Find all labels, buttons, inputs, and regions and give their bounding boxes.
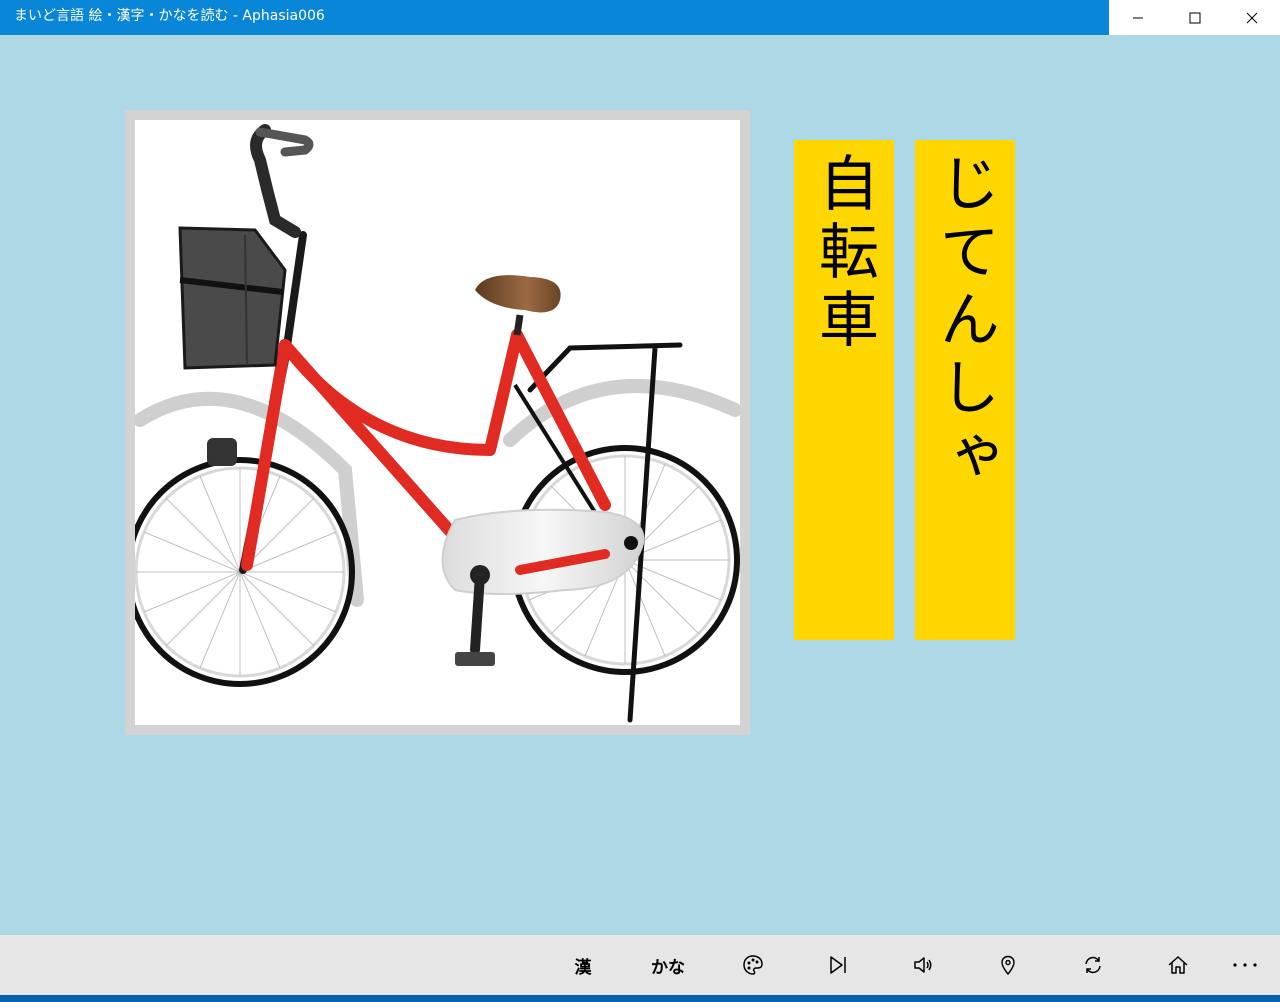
kanji-button[interactable]: 漢	[548, 945, 618, 985]
maximize-button[interactable]	[1166, 0, 1223, 35]
refresh-button[interactable]	[1058, 945, 1128, 985]
taskbar-strip	[0, 995, 1280, 1002]
minimize-button[interactable]	[1109, 0, 1166, 35]
refresh-icon	[1085, 956, 1101, 974]
more-icon	[1233, 963, 1257, 967]
kana-button[interactable]: かな	[633, 945, 703, 985]
command-bar: 漢 かな	[0, 935, 1280, 995]
palette-icon	[743, 955, 763, 975]
kanji-card[interactable]: 自転車	[794, 140, 894, 640]
home-button[interactable]	[1143, 945, 1213, 985]
kanji-text: 自転車	[808, 152, 879, 356]
color-button[interactable]	[718, 945, 788, 985]
minimize-icon	[1132, 17, 1143, 18]
title-bar-caption-area[interactable]: まいど言語 絵・漢字・かなを読む - Aphasia006	[0, 0, 1109, 35]
speaker-icon	[914, 957, 932, 973]
hint-button[interactable]	[973, 945, 1043, 985]
window-title: まいど言語 絵・漢字・かなを読む - Aphasia006	[14, 8, 325, 24]
kana-text: じてんしゃ	[929, 152, 1000, 492]
title-bar: まいど言語 絵・漢字・かなを読む - Aphasia006	[0, 0, 1280, 35]
close-button[interactable]	[1223, 0, 1280, 35]
sound-button[interactable]	[888, 945, 958, 985]
bicycle-illustration	[135, 124, 740, 723]
kanji-button-label: 漢	[574, 957, 592, 978]
basket	[178, 226, 287, 370]
close-icon	[1246, 12, 1257, 23]
kana-button-label: かな	[651, 957, 685, 978]
skip-next-icon	[830, 956, 846, 974]
location-pin-icon	[1001, 955, 1015, 976]
picture-frame	[125, 110, 750, 735]
maximize-icon	[1189, 12, 1200, 23]
next-button[interactable]	[803, 945, 873, 985]
picture-area[interactable]	[135, 120, 740, 725]
kana-card[interactable]: じてんしゃ	[915, 140, 1015, 640]
more-button[interactable]	[1215, 945, 1275, 985]
home-icon	[1168, 956, 1188, 974]
